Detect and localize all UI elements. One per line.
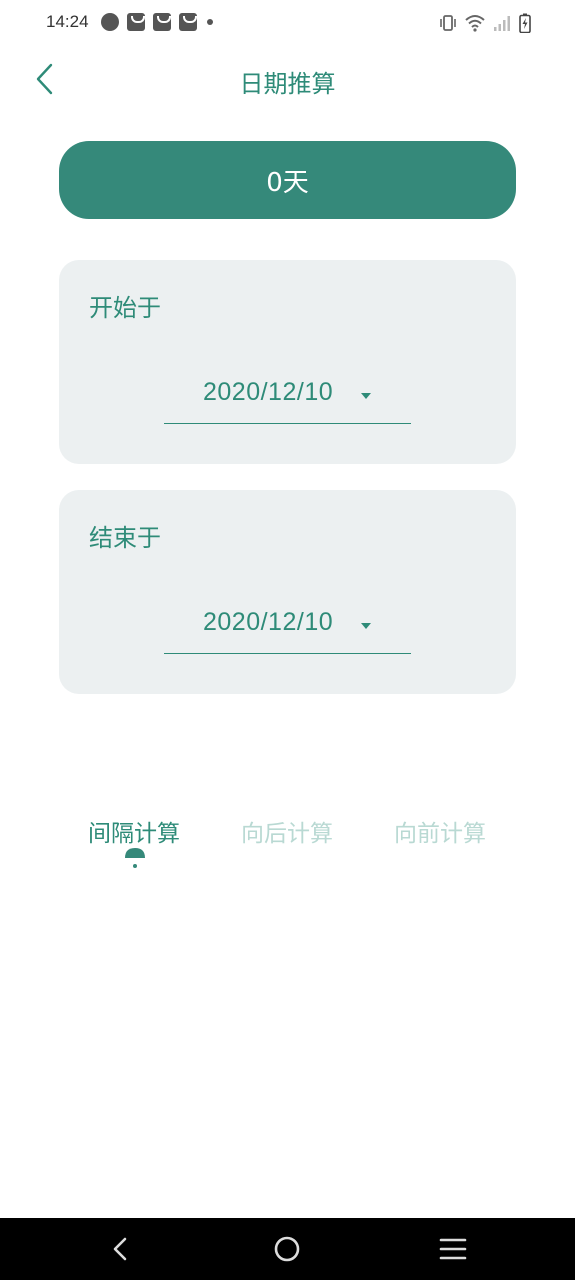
- vibrate-icon: [440, 15, 456, 31]
- nav-home-button[interactable]: [270, 1232, 304, 1266]
- wifi-icon: [465, 15, 485, 32]
- status-bar: 14:24: [0, 0, 575, 48]
- home-icon: [274, 1236, 300, 1262]
- bag-icon: [179, 13, 197, 31]
- app-bar: 日期推算: [0, 48, 575, 112]
- end-date-value: 2020/12/10: [203, 608, 334, 636]
- dot-icon: [207, 19, 213, 25]
- start-date-label: 开始于: [89, 294, 161, 322]
- menu-icon: [439, 1238, 467, 1260]
- page-title: 日期推算: [239, 70, 336, 98]
- speed-icon: [101, 13, 119, 31]
- end-date-card: 结束于 2020/12/10: [59, 490, 516, 694]
- start-date-picker[interactable]: 2020/12/10: [164, 368, 411, 424]
- start-date-card: 开始于 2020/12/10: [59, 260, 516, 464]
- active-tab-indicator-icon: [125, 848, 145, 868]
- mode-tabs: 间隔计算 向后计算 向前计算: [0, 808, 575, 878]
- status-notification-icons: [101, 13, 213, 31]
- status-system-icons: [439, 13, 531, 33]
- dropdown-arrow-icon: [361, 623, 371, 629]
- bag-icon: [127, 13, 145, 31]
- tab-backward[interactable]: 向前计算: [380, 814, 500, 848]
- result-label: 0天: [266, 167, 309, 198]
- status-time: 14:24: [46, 12, 89, 31]
- start-date-value: 2020/12/10: [203, 378, 334, 406]
- end-date-picker[interactable]: 2020/12/10: [164, 598, 411, 654]
- battery-charging-icon: [519, 13, 531, 33]
- nav-menu-button[interactable]: [436, 1232, 470, 1266]
- tab-forward[interactable]: 向后计算: [227, 814, 347, 848]
- bag-icon: [153, 13, 171, 31]
- end-date-label: 结束于: [89, 524, 161, 552]
- back-icon: [113, 1237, 127, 1261]
- signal-icon: [494, 16, 510, 31]
- nav-back-button[interactable]: [104, 1232, 138, 1266]
- result-display: 0天: [59, 141, 516, 219]
- dropdown-arrow-icon: [361, 393, 371, 399]
- tab-interval[interactable]: 间隔计算: [74, 814, 194, 848]
- system-navigation-bar: [0, 1218, 575, 1280]
